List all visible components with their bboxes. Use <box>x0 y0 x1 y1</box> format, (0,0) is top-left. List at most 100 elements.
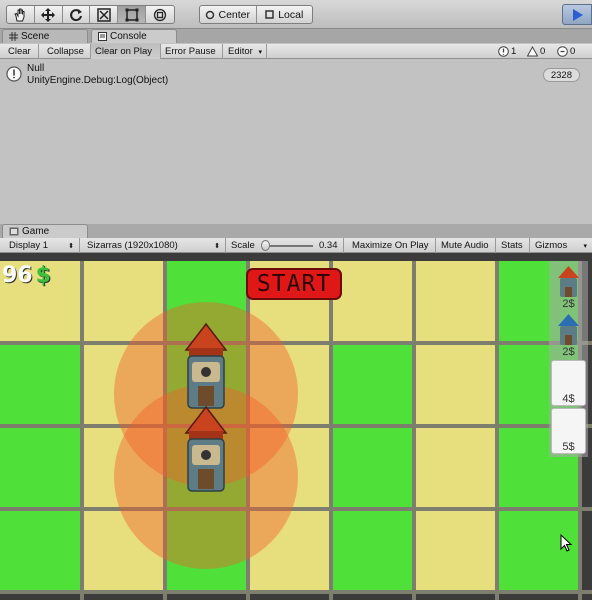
editor-dropdown[interactable]: Editor ▾ <box>224 44 267 59</box>
tab-game[interactable]: Game <box>2 224 88 238</box>
log-counter-button[interactable]: 1 <box>498 44 516 59</box>
transform-tool-button[interactable] <box>146 6 174 23</box>
grass-tile[interactable] <box>332 510 414 592</box>
maximize-on-play-toggle[interactable]: Maximize On Play <box>347 238 436 253</box>
sand-tile[interactable] <box>415 344 497 426</box>
resolution-dropdown-label: Sizarras (1920x1080) <box>87 240 178 251</box>
clear-on-play-button[interactable]: Clear on Play <box>91 44 161 59</box>
main-toolbar: Center Local <box>0 0 592 29</box>
display-dropdown-label: Display 1 <box>9 240 49 251</box>
pivot-center-button[interactable]: Center <box>200 6 257 23</box>
grid-divider <box>329 261 333 600</box>
shop-price: 2$ <box>562 298 575 310</box>
pivot-local-icon <box>265 9 274 19</box>
error-pause-button[interactable]: Error Pause <box>161 44 223 59</box>
editor-dropdown-label: Editor <box>228 46 253 57</box>
console-icon <box>98 32 107 41</box>
display-dropdown[interactable]: Display 1 ⬍ <box>4 238 80 253</box>
gizmos-dropdown-label: Gizmos <box>535 240 568 251</box>
gizmos-dropdown[interactable]: Gizmos ▾ <box>530 238 592 253</box>
sand-tile[interactable] <box>332 261 414 343</box>
start-button[interactable]: START <box>246 268 342 300</box>
pivot-center-icon <box>206 10 215 19</box>
tower-sprite[interactable] <box>176 405 236 495</box>
scale-label: Scale <box>231 240 255 251</box>
grid-divider <box>80 261 84 600</box>
shop-price: 4$ <box>562 393 575 405</box>
shop-price: 2$ <box>562 346 575 358</box>
tab-console[interactable]: Console <box>91 29 177 43</box>
tower-sprite[interactable] <box>176 322 236 412</box>
sand-tile[interactable] <box>415 510 497 592</box>
log-stacktrace: UnityEngine.Debug:Log(Object) <box>27 75 169 86</box>
sand-tile[interactable] <box>415 261 497 343</box>
game-icon <box>9 227 19 236</box>
chevron-down-icon: ▾ <box>583 242 587 250</box>
clear-button[interactable]: Clear <box>4 44 39 59</box>
grid-divider <box>0 507 592 511</box>
tab-scene[interactable]: Scene <box>2 29 88 43</box>
rotate-icon <box>70 8 83 21</box>
resolution-dropdown[interactable]: Sizarras (1920x1080) ⬍ <box>82 238 226 253</box>
grass-tile[interactable] <box>0 344 82 426</box>
lower-tab-row: Game <box>0 224 592 238</box>
shop-item-tower-red[interactable]: 2$ <box>551 264 586 310</box>
scale-icon <box>97 7 111 22</box>
info-icon <box>498 46 509 57</box>
move-tool-button[interactable] <box>35 6 63 23</box>
warning-icon <box>527 46 538 57</box>
tab-scene-label: Scene <box>21 31 50 42</box>
error-counter-button[interactable]: 0 <box>557 44 575 59</box>
money-value: 96 <box>2 263 33 288</box>
scene-grid-icon <box>9 32 18 41</box>
console-log-list: Null UnityEngine.Debug:Log(Object) 2328 <box>0 59 592 221</box>
collapse-button[interactable]: Collapse <box>43 44 91 59</box>
pivot-center-label: Center <box>218 8 250 21</box>
shop-item-empty[interactable]: 5$ <box>551 408 586 454</box>
rotate-tool-button[interactable] <box>63 6 91 23</box>
error-count-label: 0 <box>570 46 576 57</box>
hand-icon <box>14 8 25 21</box>
shop-item-empty[interactable]: 4$ <box>551 360 586 406</box>
chevron-down-icon: ▾ <box>258 48 262 56</box>
tower-shop-panel: 2$ 2$ 4$ 5$ <box>549 261 588 457</box>
sand-tile[interactable] <box>415 427 497 509</box>
red-tower-icon <box>558 266 579 297</box>
scale-tool-button[interactable] <box>90 6 119 23</box>
game-view-toolbar: Display 1 ⬍ Sizarras (1920x1080) ⬍ Scale… <box>0 238 592 253</box>
chevron-updown-icon: ⬍ <box>214 242 220 250</box>
money-display: 96 $ <box>2 263 51 288</box>
scale-slider-thumb[interactable] <box>261 240 270 251</box>
grass-tile[interactable] <box>332 344 414 426</box>
game-view[interactable]: 96 $ START 2$ 2$ 4$ 5$ <box>0 253 592 600</box>
money-sign: $ <box>35 263 51 288</box>
mouse-cursor-icon <box>560 534 572 552</box>
grass-tile[interactable] <box>0 510 82 592</box>
scale-slider-track[interactable] <box>266 245 313 247</box>
hand-tool-button[interactable] <box>7 6 35 23</box>
grass-tile[interactable] <box>0 427 82 509</box>
warning-counter-button[interactable]: 0 <box>527 44 545 59</box>
shop-item-tower-blue[interactable]: 2$ <box>551 312 586 358</box>
play-icon <box>573 8 583 21</box>
tab-console-label: Console <box>110 31 147 42</box>
grid-divider <box>0 424 592 428</box>
pivot-local-button[interactable]: Local <box>257 6 313 23</box>
rect-tool-button[interactable] <box>118 6 147 23</box>
console-toolbar: Clear Collapse Clear on Play Error Pause… <box>0 44 592 59</box>
mute-audio-toggle[interactable]: Mute Audio <box>436 238 496 253</box>
log-entry[interactable]: Null UnityEngine.Debug:Log(Object) 2328 <box>0 62 592 86</box>
log-count-label: 1 <box>511 46 517 57</box>
error-icon <box>557 46 568 57</box>
log-repeat-badge: 2328 <box>542 68 580 82</box>
info-icon <box>6 66 22 82</box>
move-icon <box>41 7 56 22</box>
grid-divider <box>0 590 592 594</box>
grass-tile[interactable] <box>332 427 414 509</box>
chevron-updown-icon: ⬍ <box>68 242 74 250</box>
grid-divider <box>0 341 592 345</box>
rect-icon <box>125 8 139 21</box>
play-button[interactable] <box>562 4 592 25</box>
upper-tab-row: Scene Console <box>0 29 592 43</box>
stats-toggle[interactable]: Stats <box>496 238 530 253</box>
